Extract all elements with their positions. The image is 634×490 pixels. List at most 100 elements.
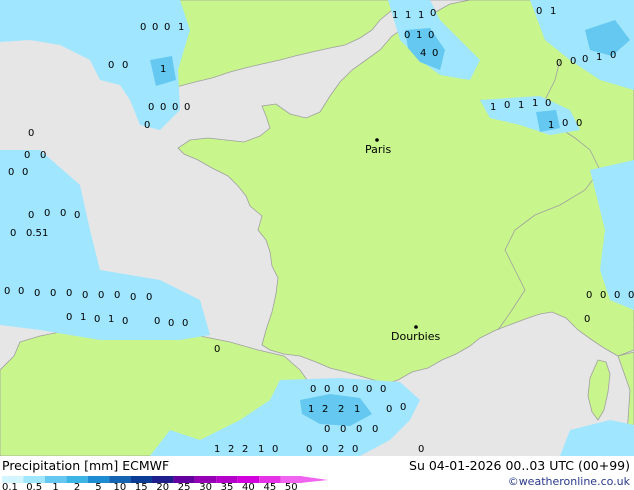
svg-text:0: 0 <box>404 30 410 41</box>
svg-text:0: 0 <box>352 384 358 395</box>
svg-text:0: 0 <box>372 424 378 435</box>
svg-text:1: 1 <box>214 444 220 455</box>
svg-text:0: 0 <box>366 384 372 395</box>
svg-text:0: 0 <box>160 102 166 113</box>
svg-text:1: 1 <box>178 22 184 33</box>
svg-text:0: 0 <box>628 290 634 301</box>
svg-text:1: 1 <box>518 100 524 111</box>
svg-text:1: 1 <box>354 404 360 415</box>
svg-text:0: 0 <box>144 120 150 131</box>
legend-tick-label: 1 <box>52 482 58 490</box>
svg-text:2: 2 <box>338 404 344 415</box>
svg-text:0: 0 <box>140 22 146 33</box>
svg-text:1: 1 <box>596 52 602 63</box>
svg-text:0: 0 <box>380 384 386 395</box>
svg-text:0: 0 <box>556 58 562 69</box>
svg-text:0: 0 <box>386 404 392 415</box>
svg-text:1: 1 <box>392 10 398 21</box>
legend-colorbar-arrow <box>300 476 328 483</box>
svg-text:1: 1 <box>532 98 538 109</box>
svg-text:0: 0 <box>98 290 104 301</box>
city-label-dourbies: Dourbies <box>391 330 441 343</box>
city-dot-dourbies <box>414 325 418 329</box>
svg-text:1: 1 <box>108 314 114 325</box>
svg-text:0: 0 <box>4 286 10 297</box>
svg-text:1: 1 <box>550 6 556 17</box>
svg-text:0: 0 <box>40 150 46 161</box>
svg-text:2: 2 <box>228 444 234 455</box>
svg-text:0: 0 <box>322 444 328 455</box>
svg-text:0: 0 <box>310 384 316 395</box>
svg-text:0: 0 <box>154 316 160 327</box>
svg-text:2: 2 <box>338 444 344 455</box>
legend-tick-label: 45 <box>263 482 276 490</box>
svg-text:0: 0 <box>130 292 136 303</box>
svg-text:1: 1 <box>258 444 264 455</box>
svg-text:0: 0 <box>60 208 66 219</box>
svg-text:0: 0 <box>214 344 220 355</box>
svg-text:1: 1 <box>490 102 496 113</box>
svg-text:0: 0 <box>324 424 330 435</box>
svg-text:0.5: 0.5 <box>26 228 42 239</box>
svg-text:0: 0 <box>28 210 34 221</box>
svg-text:0: 0 <box>584 314 590 325</box>
svg-text:0: 0 <box>28 128 34 139</box>
svg-text:0: 0 <box>430 8 436 19</box>
svg-text:0: 0 <box>122 316 128 327</box>
legend-tick-label: 10 <box>113 482 126 490</box>
svg-text:0: 0 <box>44 208 50 219</box>
svg-text:0: 0 <box>562 118 568 129</box>
legend-tick-label: 35 <box>221 482 234 490</box>
legend-title: Precipitation [mm] ECMWF <box>2 458 169 473</box>
svg-text:0: 0 <box>18 286 24 297</box>
svg-text:0: 0 <box>356 424 362 435</box>
svg-text:0: 0 <box>146 292 152 303</box>
legend-tick-label: 15 <box>135 482 148 490</box>
svg-text:0: 0 <box>428 30 434 41</box>
svg-text:0: 0 <box>8 167 14 178</box>
svg-text:0: 0 <box>152 22 158 33</box>
svg-text:0: 0 <box>114 290 120 301</box>
legend-tick-label: 50 <box>285 482 298 490</box>
legend-variable: Precipitation [mm] <box>2 458 119 473</box>
svg-text:1: 1 <box>405 10 411 21</box>
svg-text:2: 2 <box>322 404 328 415</box>
svg-text:0: 0 <box>338 384 344 395</box>
svg-text:0: 0 <box>182 318 188 329</box>
svg-text:0: 0 <box>22 167 28 178</box>
svg-text:0: 0 <box>148 102 154 113</box>
legend-tick-label: 0.1 <box>2 482 18 490</box>
svg-text:0: 0 <box>24 150 30 161</box>
city-label-paris: Paris <box>365 143 391 156</box>
svg-text:0: 0 <box>418 444 424 455</box>
svg-text:1: 1 <box>160 64 166 75</box>
legend-panel: Precipitation [mm] ECMWF Su 04-01-2026 0… <box>0 456 634 490</box>
svg-text:0: 0 <box>324 384 330 395</box>
svg-text:0: 0 <box>400 402 406 413</box>
svg-text:0: 0 <box>82 290 88 301</box>
legend-tick-label: 2 <box>74 482 80 490</box>
svg-text:0: 0 <box>66 312 72 323</box>
svg-text:0: 0 <box>432 48 438 59</box>
svg-text:0: 0 <box>94 314 100 325</box>
svg-text:0: 0 <box>172 102 178 113</box>
svg-text:0: 0 <box>10 228 16 239</box>
legend-credit: ©weatheronline.co.uk <box>507 475 630 488</box>
city-dot-paris <box>375 138 379 142</box>
svg-text:0: 0 <box>614 290 620 301</box>
precipitation-map: 1110 010 40 10110 100 00010 0001 001 000… <box>0 0 634 490</box>
svg-text:0: 0 <box>570 56 576 67</box>
svg-text:0: 0 <box>504 100 510 111</box>
svg-text:0: 0 <box>306 444 312 455</box>
svg-text:0: 0 <box>536 6 542 17</box>
svg-text:0: 0 <box>74 210 80 221</box>
svg-text:1: 1 <box>416 30 422 41</box>
svg-text:0: 0 <box>184 102 190 113</box>
svg-text:0: 0 <box>50 288 56 299</box>
legend-tick-label: 40 <box>242 482 255 490</box>
svg-text:0: 0 <box>34 288 40 299</box>
legend-date: Su 04-01-2026 00..03 UTC (00+99) <box>409 458 630 473</box>
svg-text:0: 0 <box>272 444 278 455</box>
legend-tick-label: 20 <box>156 482 169 490</box>
svg-text:0: 0 <box>582 54 588 65</box>
